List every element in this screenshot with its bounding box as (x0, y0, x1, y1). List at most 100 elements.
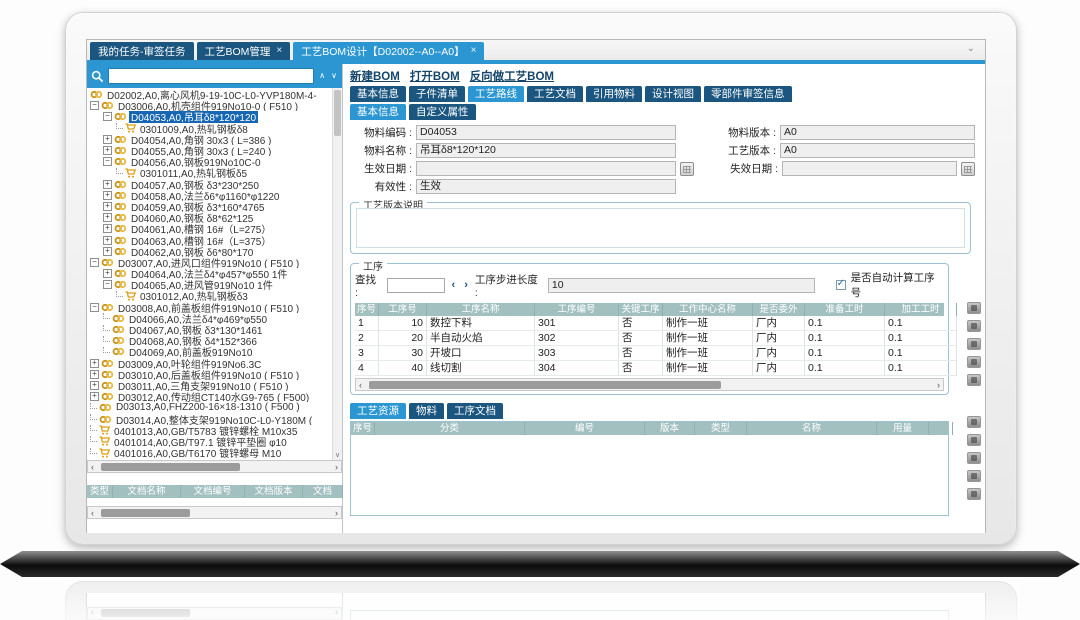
detail-tab[interactable]: 工艺文档 (527, 86, 583, 102)
scroll-right-icon[interactable]: › (335, 508, 338, 518)
sub-tab[interactable]: 自定义属性 (409, 104, 476, 120)
tree-node[interactable]: +D03010,A0,后盖板组件919No10 ( F510 ) (87, 369, 332, 380)
tree-node[interactable]: +D04059,A0,钢板 δ3*160*4765 (87, 201, 332, 212)
tree-node[interactable]: −D03008,A0,前盖板组件919No10 ( F510 ) (87, 302, 332, 313)
expand-icon[interactable]: + (90, 381, 99, 390)
column-header[interactable]: 类型 (695, 422, 747, 435)
bom-link[interactable]: 新建BOM (350, 68, 400, 84)
scroll-right-icon[interactable]: › (937, 380, 940, 390)
tree-node[interactable]: +D04055,A0,角钢 30x3 ( L=240 ) (87, 145, 332, 156)
expand-icon[interactable]: + (103, 191, 112, 200)
column-header[interactable]: 文档版本 (245, 485, 303, 498)
scrollbar-thumb[interactable] (101, 609, 190, 617)
scrollbar-thumb[interactable] (101, 463, 240, 471)
document-table-scrollbar[interactable]: ‹ › (87, 607, 342, 620)
expand-icon[interactable]: + (103, 202, 112, 211)
document-table-scrollbar[interactable]: ‹ › (87, 506, 342, 519)
expire-date-field[interactable] (782, 161, 957, 176)
detail-tab[interactable]: 设计视图 (645, 86, 701, 102)
tree-node[interactable]: +D04061,A0,槽钢 16#（L=275） (87, 223, 332, 234)
expand-icon[interactable]: + (90, 370, 99, 379)
table-row[interactable]: 440线切割304否制作一班厂内0.10.1 (355, 361, 944, 376)
column-header[interactable]: 文档名称 (113, 485, 181, 498)
tree-node[interactable]: 0301011,A0,热轧钢板δ5 (87, 167, 332, 178)
tree-node[interactable]: −D03007,A0,进风口组件919No10 ( F510 ) (87, 257, 332, 268)
column-header[interactable]: 工序号 (379, 303, 427, 316)
tree-node[interactable]: 0401013,A0,GB/T5783 镀锌螺栓 M10x35 (87, 425, 332, 436)
row-action-button[interactable] (967, 452, 981, 464)
detail-tab[interactable]: 子件清单 (409, 86, 465, 102)
expand-icon[interactable]: + (90, 392, 99, 401)
window-tab[interactable]: 工艺BOM管理× (197, 42, 291, 60)
expand-icon[interactable]: + (103, 236, 112, 245)
collapse-icon[interactable]: − (103, 280, 112, 289)
tree-node[interactable]: D04069,A0,前盖板919No10 (87, 346, 332, 357)
tree-node[interactable]: +D04064,A0,法兰δ4*φ457*φ550 1件 (87, 268, 332, 279)
column-header[interactable]: 序号 (351, 422, 375, 435)
detail-tab[interactable]: 零部件审签信息 (704, 86, 792, 102)
column-header[interactable]: 用量 (877, 422, 929, 435)
window-tab[interactable]: 我的任务-审签任务 (90, 42, 194, 60)
expand-icon[interactable]: + (103, 247, 112, 256)
scroll-left-icon[interactable]: ‹ (359, 380, 362, 390)
tab-close-icon[interactable]: × (471, 46, 477, 56)
row-action-button[interactable] (967, 470, 981, 482)
tree-node[interactable]: +D04060,A0,钢板 δ8*62*125 (87, 212, 332, 223)
column-header[interactable]: 工序编号 (535, 303, 619, 316)
tree-node[interactable]: D02002,A0,离心风机9-19-10C-L0-YVP180M-4- (87, 89, 332, 100)
window-tab[interactable]: 工艺BOM设计【D02002--A0--A0】× (293, 42, 484, 60)
column-header[interactable]: 文档编号 (181, 485, 245, 498)
scroll-left-icon[interactable]: ‹ (91, 508, 94, 518)
scrollbar-thumb[interactable] (334, 90, 341, 136)
column-header[interactable]: 关键工序 (619, 303, 663, 316)
tree-vertical-scrollbar[interactable]: ∨ (332, 88, 342, 460)
tree-horizontal-scrollbar[interactable]: ‹ › (87, 460, 342, 473)
version-note-textarea[interactable] (356, 208, 965, 248)
expand-icon[interactable]: + (103, 146, 112, 155)
column-header[interactable]: 编号 (525, 422, 645, 435)
prev-step-button[interactable]: ‹ (450, 279, 458, 291)
column-header[interactable]: 加工工时 (885, 303, 957, 316)
auto-calc-checkbox[interactable] (836, 280, 846, 290)
tree-node[interactable]: +D04054,A0,角钢 30x3 ( L=386 ) (87, 134, 332, 145)
process-table-scrollbar[interactable]: ‹ › (355, 378, 944, 391)
scrollbar-thumb[interactable] (369, 381, 721, 389)
search-next-icon[interactable]: ∨ (330, 72, 338, 80)
scroll-right-icon[interactable]: › (335, 609, 338, 619)
scroll-left-icon[interactable]: ‹ (91, 609, 94, 619)
tree-node[interactable]: 0301009,A0,热轧钢板δ8 (87, 123, 332, 134)
tree-node[interactable]: D04067,A0,钢板 δ3*130*1461 (87, 324, 332, 335)
column-header[interactable]: 序号 (355, 303, 379, 316)
row-action-button[interactable] (967, 374, 981, 386)
tree-node[interactable]: −D04053,A0,吊耳δ8*120*120 (87, 111, 332, 122)
expand-icon[interactable]: + (103, 224, 112, 233)
material-name-field[interactable]: 吊耳δ8*120*120 (416, 143, 676, 158)
column-header[interactable] (929, 422, 953, 435)
step-length-field[interactable]: 10 (548, 278, 815, 293)
column-header[interactable]: 工序名称 (427, 303, 535, 316)
tree-node[interactable]: D04068,A0,钢板 δ4*152*366 (87, 335, 332, 346)
row-action-button[interactable] (967, 416, 981, 428)
column-header[interactable]: 类型 (87, 485, 113, 498)
row-action-button[interactable] (967, 434, 981, 446)
search-prev-icon[interactable]: ∧ (318, 72, 326, 80)
tree-node[interactable]: −D03006,A0,机壳组件919No10-0 ( F510 ) (87, 100, 332, 111)
tree-node[interactable]: −D04065,A0,进风管919No10 1件 (87, 279, 332, 290)
tree-node[interactable]: +D03011,A0,三角支架919No10 ( F510 ) (87, 380, 332, 391)
process-version-field[interactable]: A0 (780, 143, 975, 158)
column-header[interactable]: 文档 (303, 485, 343, 498)
expand-icon[interactable]: + (103, 269, 112, 278)
column-header[interactable]: 准备工时 (805, 303, 885, 316)
resource-tab[interactable]: 工艺资源 (350, 403, 406, 419)
tree-node[interactable]: D03013,A0,FHZ200-16×18-1310 ( F500 ) (87, 402, 332, 413)
column-header[interactable]: 名称 (747, 422, 877, 435)
table-row[interactable]: 220半自动火焰302否制作一班厂内0.10.1 (355, 331, 944, 346)
row-action-button[interactable] (967, 338, 981, 350)
tree-node[interactable]: 0301012,A0,热轧钢板δ3 (87, 290, 332, 301)
tree-node[interactable]: +D03012,A0,传动组CT140水G9-765 ( F500) (87, 391, 332, 402)
column-header[interactable]: 版本 (645, 422, 695, 435)
row-action-button[interactable] (967, 320, 981, 332)
tree-node[interactable]: D03014,A0,整体支架919No10C-L0-Y180M ( (87, 413, 332, 424)
tree-node[interactable]: +D04063,A0,槽钢 16#（L=375） (87, 234, 332, 245)
scroll-left-icon[interactable]: ‹ (91, 462, 94, 472)
